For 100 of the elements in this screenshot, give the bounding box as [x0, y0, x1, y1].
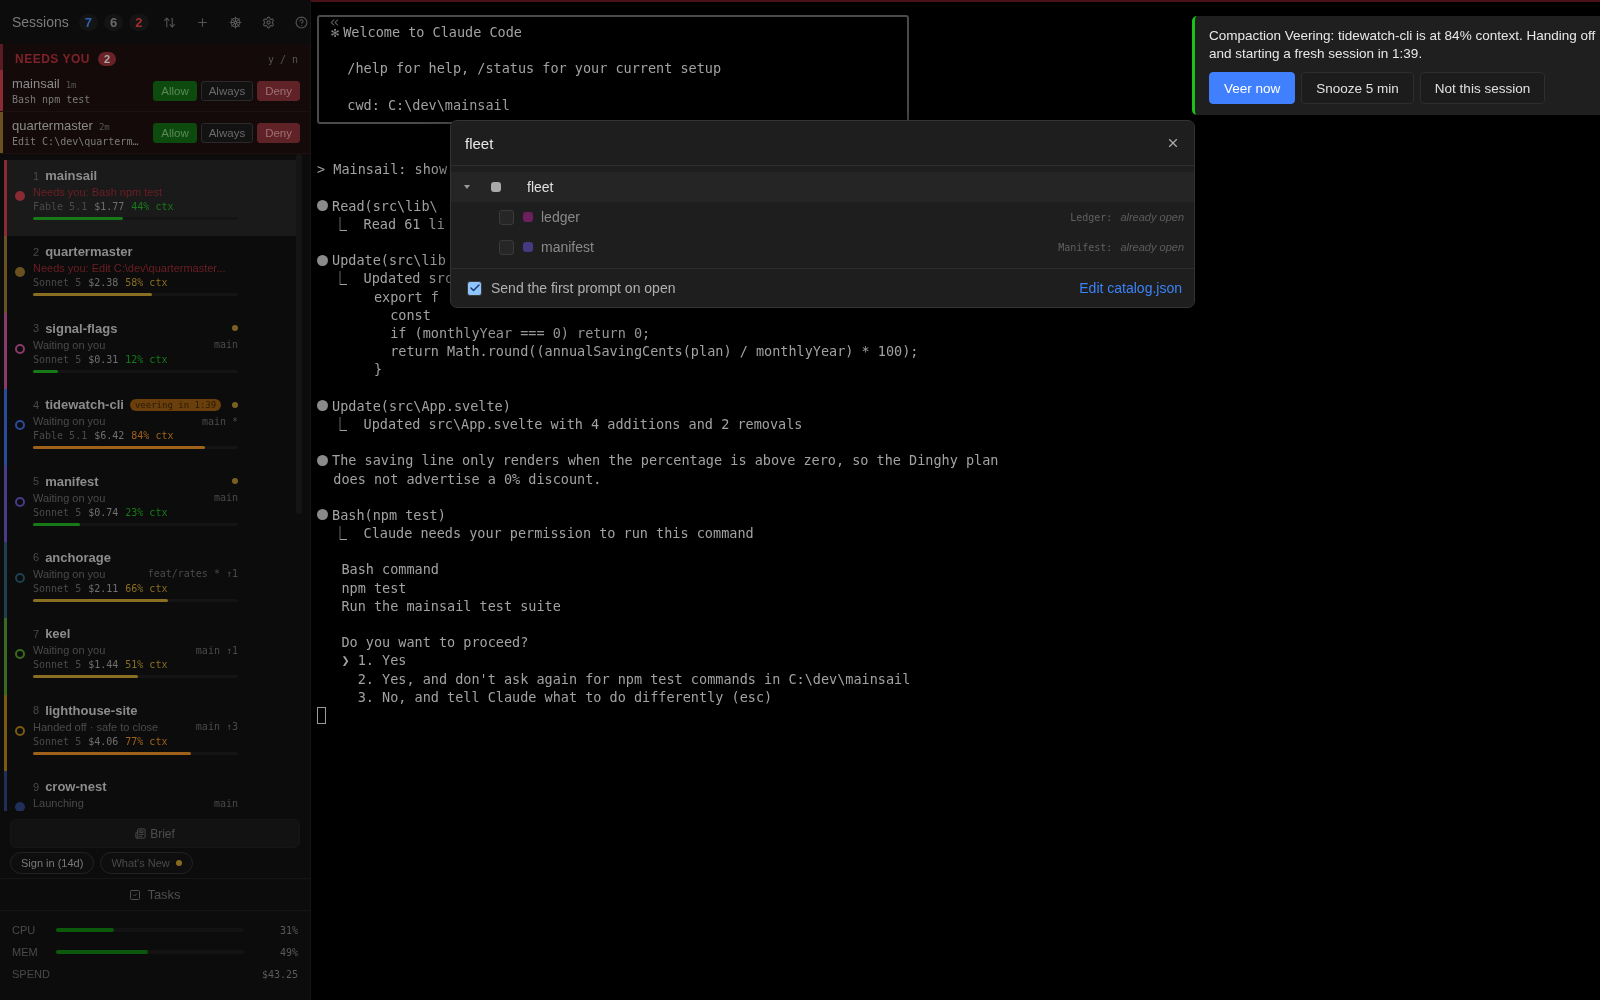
toast-button[interactable]: Veer now [1209, 72, 1296, 104]
asterisk-icon: ✻ [331, 23, 340, 42]
model-label: Sonnet 5 [33, 659, 82, 671]
count-badge: 2 [129, 13, 149, 31]
terminal-line: ❯ 1. Yes [340, 651, 407, 670]
count-badge: 7 [78, 13, 99, 31]
context-label: 58% ctx [125, 277, 168, 289]
session-name: manifest [45, 473, 99, 489]
model-label: Sonnet 5 [33, 582, 82, 594]
count-badge: 6 [104, 13, 124, 31]
session-status: Needs you: Edit C:\dev\quartermaster... [33, 262, 226, 275]
terminal-line: does not advertise a 0% discount. [332, 469, 602, 488]
checkbox-icon [129, 888, 142, 901]
terminal-line: Update(src\App.svelte) [332, 396, 511, 415]
shortcut-hint: y / n [267, 53, 298, 65]
terminal-line: The saving line only renders when the percentage is above zero, so the Dinghy plan [332, 451, 999, 470]
wheel-icon[interactable] [228, 15, 242, 29]
terminal-line: Read(src\lib\ [332, 196, 438, 215]
checkbox[interactable] [467, 280, 482, 296]
session-item[interactable]: 5 manifest Waiting on you main Sonnet 5 $0.74 23% ctx [4, 465, 296, 542]
session-item[interactable]: 7 keel Waiting on you main ↑1 Sonnet 5 $1.44 51% ctx [4, 618, 296, 695]
terminal-line: export f [372, 287, 439, 306]
checkbox-label: Send the first prompt on open [491, 280, 676, 296]
terminal-line: > Mainsail: show [317, 160, 448, 179]
note-label: Ledger: [1070, 212, 1113, 223]
context-label: 51% ctx [125, 659, 168, 671]
session-number: 6 [33, 551, 40, 564]
cost-label: $4.06 [88, 735, 119, 747]
session-number: 7 [33, 627, 40, 640]
session-status: Waiting on you [33, 567, 106, 580]
note-text: already open [1120, 241, 1184, 253]
tree-item[interactable]: manifest Manifest: already open [451, 232, 1194, 262]
allow-button[interactable]: Allow [153, 122, 197, 143]
note-label: Manifest: [1058, 242, 1113, 253]
terminal-line: ⎿ Updated src\App.svelte with 4 additions and 2 removals [332, 414, 803, 434]
stat-label: CPU [12, 924, 37, 936]
session-name: quartermaster [45, 244, 133, 260]
session-name: mainsail [45, 168, 98, 183]
terminal-line: ⎿ Claude needs your permission to run this command [332, 524, 754, 543]
session-status: Waiting on you [33, 415, 106, 428]
caret-icon[interactable] [463, 183, 471, 191]
toast-button[interactable]: Snooze 5 min [1301, 72, 1414, 104]
branch-label: main [213, 492, 238, 504]
session-item[interactable]: 3 signal-flags Waiting on you main Sonnet 5 $0.31 12% ctx [4, 312, 296, 390]
checkbox[interactable] [499, 239, 514, 255]
request-detail: Edit C:\dev\quarterm… [12, 136, 139, 147]
context-label: 23% ctx [125, 506, 168, 518]
add-icon[interactable] [195, 15, 209, 29]
terminal-line: } [372, 360, 383, 379]
context-label: 12% ctx [125, 353, 168, 365]
branch-label: feat/rates * ↑1 [147, 568, 238, 580]
terminal-line: if (monthlyYear === 0) return 0; [389, 324, 651, 343]
section-title: NEEDS YOU [15, 52, 90, 66]
stat-value: 31% [279, 924, 298, 936]
always-button[interactable]: Always [200, 80, 254, 101]
terminal-line: Bash command [340, 560, 439, 579]
close-icon [1166, 136, 1180, 150]
sort-icon[interactable] [162, 15, 176, 29]
stat-value: $43.25 [261, 968, 298, 980]
terminal-line: npm test [340, 578, 407, 597]
cost-label: $1.44 [88, 659, 119, 671]
session-status: Waiting on you [33, 338, 106, 351]
terminal-line: /help for help, /status for your current setup [346, 59, 722, 78]
session-status: Waiting on you [33, 644, 106, 657]
age-label: 1m [65, 80, 77, 90]
stat-value: 49% [279, 946, 298, 958]
session-name: anchorage [45, 549, 111, 565]
bullet-icon [317, 454, 328, 466]
session-name: mainsail [12, 76, 60, 91]
terminal-line: const [389, 305, 431, 324]
welcome-title: Welcome to Claude Code [343, 23, 522, 42]
tree-group-row[interactable]: fleet [451, 172, 1194, 202]
model-label: Sonnet 5 [33, 506, 82, 518]
deny-button[interactable]: Deny [257, 122, 300, 143]
session-item[interactable]: 8 lighthouse-site Handed off · safe to close main ↑3 Sonnet 5 $4.06 77% ctx [4, 694, 296, 772]
allow-button[interactable]: Allow [153, 80, 197, 101]
terminal-line: Run the mainsail test suite [340, 596, 561, 615]
session-item[interactable]: 2 quartermaster Needs you: Edit C:\dev\quartermaster... Sonnet 5 $2.38 58% ctx [4, 236, 296, 313]
toast-button[interactable]: Not this session [1419, 72, 1546, 104]
settings-icon[interactable] [261, 15, 275, 29]
edit-catalog-link[interactable]: Edit catalog.json [1079, 280, 1182, 296]
terminal-cursor [317, 706, 326, 724]
list-icon [135, 828, 147, 839]
deny-button[interactable]: Deny [257, 80, 300, 101]
session-number: 8 [33, 704, 40, 717]
always-button[interactable]: Always [200, 122, 254, 143]
session-number: 9 [33, 780, 40, 793]
sidebar-title: Sessions [12, 14, 69, 30]
cost-label: $2.11 [88, 582, 119, 594]
tree-item[interactable]: ledger Ledger: already open [451, 202, 1194, 232]
help-icon[interactable] [294, 15, 308, 29]
session-number: 2 [33, 245, 40, 258]
toast-message: Compaction Veering: tidewatch-cli is at 84% context. Handing off and starting a fresh session in 1:39. [1209, 27, 1597, 63]
bullet-icon [317, 254, 328, 266]
model-label: Sonnet 5 [33, 353, 82, 365]
checkbox[interactable] [499, 209, 514, 225]
session-name: crow-nest [45, 779, 107, 795]
session-item[interactable]: 6 anchorage Waiting on you feat/rates * ↑1 Sonnet 5 $2.11 66% ctx [4, 541, 296, 619]
search-field[interactable]: fleet [451, 121, 1164, 165]
pill-button[interactable]: Sign in (14d) [10, 852, 95, 874]
